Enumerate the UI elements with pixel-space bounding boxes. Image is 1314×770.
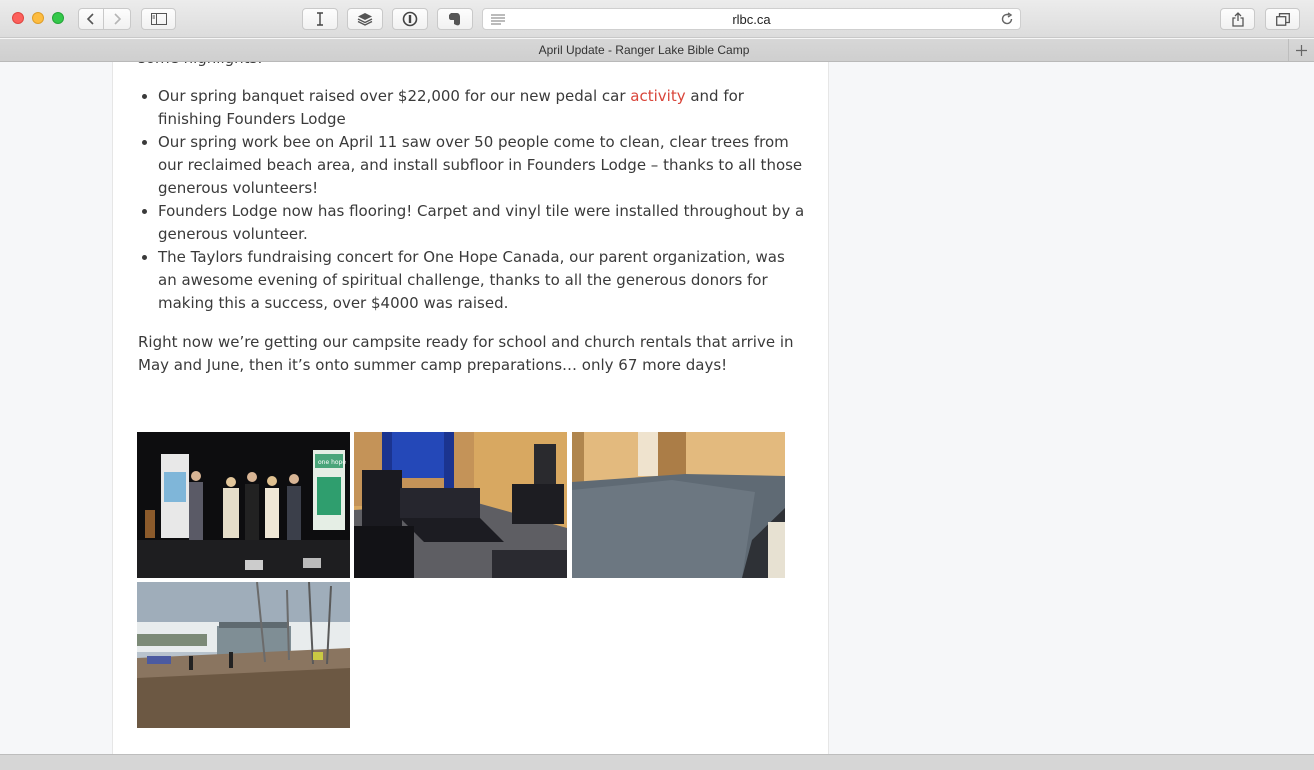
tabs-icon: [1275, 12, 1290, 26]
list-item: Our spring work bee on April 11 saw over…: [138, 131, 808, 200]
minimize-window-button[interactable]: [32, 12, 44, 24]
extension-button[interactable]: [392, 8, 428, 30]
extension-button[interactable]: [437, 8, 473, 30]
closing-paragraph: Right now we’re getting our campsite rea…: [138, 333, 794, 374]
sidebar-button[interactable]: [141, 8, 176, 30]
plus-icon: [1296, 44, 1307, 56]
chevron-left-icon: [86, 13, 94, 25]
new-tab-button[interactable]: [1288, 39, 1314, 61]
browser-toolbar: rlbc.ca: [0, 0, 1314, 38]
partial-line: some highlights:: [138, 62, 262, 70]
extension-button[interactable]: [347, 8, 383, 30]
share-icon: [1231, 11, 1244, 27]
zoom-window-button[interactable]: [52, 12, 64, 24]
show-tabs-button[interactable]: [1265, 8, 1300, 30]
password-manager-icon: [402, 11, 418, 27]
gallery-photo-work-bee[interactable]: [137, 582, 350, 728]
share-button[interactable]: [1220, 8, 1255, 30]
reload-icon[interactable]: [1000, 12, 1014, 26]
layers-icon: [357, 13, 373, 26]
status-bar: [0, 754, 1314, 770]
evernote-icon: [449, 13, 460, 26]
tab-title[interactable]: April Update - Ranger Lake Bible Camp: [0, 43, 1288, 57]
list-item: Our spring banquet raised over $22,000 f…: [138, 85, 808, 131]
back-button[interactable]: [78, 8, 104, 30]
address-url: rlbc.ca: [732, 12, 771, 27]
list-item: Founders Lodge now has flooring! Carpet …: [138, 200, 808, 246]
content-column: some highlights: Our spring banquet rais…: [112, 62, 829, 754]
banner-text: one hope: [318, 459, 346, 466]
sidebar-icon: [150, 13, 167, 25]
extension-button[interactable]: [302, 8, 338, 30]
chevron-right-icon: [114, 13, 122, 25]
forward-button[interactable]: [103, 8, 131, 30]
gallery-photo-bedroom[interactable]: [354, 432, 567, 578]
text-cursor-icon: [317, 12, 323, 26]
activity-link[interactable]: activity: [630, 87, 685, 105]
list-item-text: Our spring banquet raised over $22,000 f…: [158, 87, 631, 105]
close-window-button[interactable]: [12, 12, 24, 24]
address-bar[interactable]: rlbc.ca: [482, 8, 1021, 30]
gallery-photo-concert[interactable]: one hope: [137, 432, 350, 578]
tab-bar: April Update - Ranger Lake Bible Camp: [0, 39, 1314, 62]
web-page: some highlights: Our spring banquet rais…: [0, 62, 1314, 754]
gallery-photo-lodge-floor[interactable]: [572, 432, 785, 578]
highlights-list: Our spring banquet raised over $22,000 f…: [138, 85, 808, 315]
list-item: The Taylors fundraising concert for One …: [138, 246, 808, 315]
